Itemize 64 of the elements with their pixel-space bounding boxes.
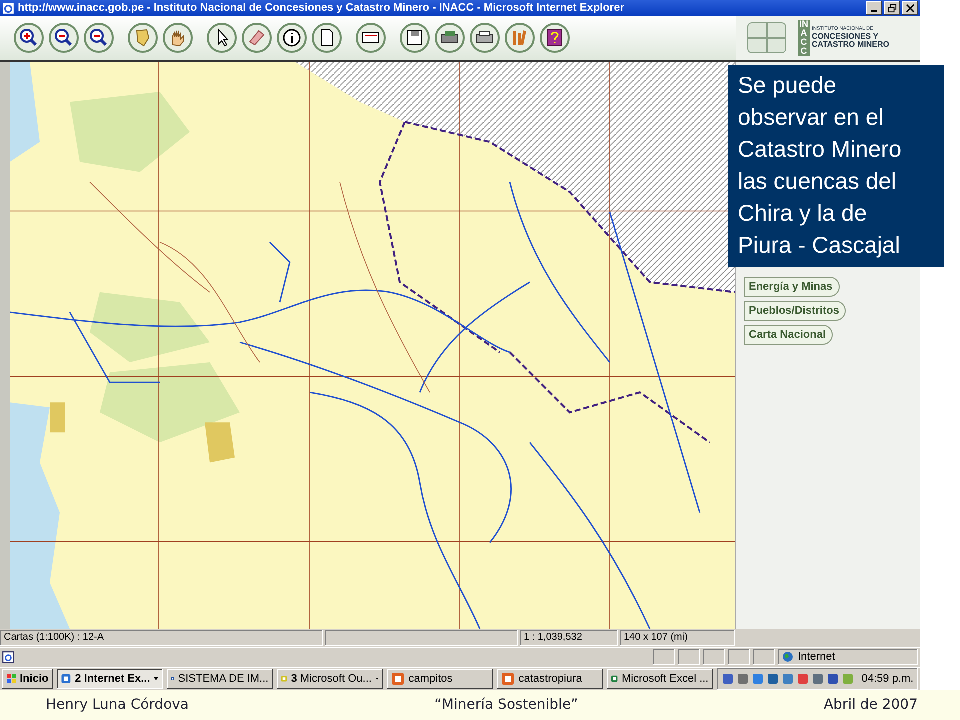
tools-button[interactable] xyxy=(505,23,535,54)
minimize-button[interactable] xyxy=(866,1,882,16)
close-button[interactable] xyxy=(902,1,918,16)
taskbar-button[interactable]: Microsoft Excel ... xyxy=(606,669,713,689)
taskbar-button[interactable]: 2 Internet Ex... xyxy=(56,669,163,689)
logo-text: CATASTRO MINERO xyxy=(812,40,890,50)
info-button[interactable] xyxy=(277,23,307,54)
map-button[interactable] xyxy=(128,23,158,54)
status-cell: 140 x 107 (mi) xyxy=(620,630,735,646)
tray-icon[interactable] xyxy=(810,672,825,686)
browser-icon xyxy=(2,2,15,15)
tray-icon[interactable] xyxy=(750,672,765,686)
globe-icon xyxy=(782,651,794,664)
start-button[interactable]: Inicio xyxy=(2,669,53,689)
status-cell: Cartas (1:100K) : 12-A xyxy=(0,630,323,646)
close-icon xyxy=(906,4,914,13)
minimize-icon xyxy=(871,10,877,12)
footer-text: “Minería Sostenible” xyxy=(434,697,578,713)
app-icon xyxy=(60,672,72,686)
logo-abbreviation: INACC xyxy=(798,20,810,56)
measure-button[interactable] xyxy=(356,23,386,54)
pointer-button[interactable] xyxy=(207,23,237,54)
layer-button[interactable]: Carta Nacional xyxy=(744,325,834,346)
taskbar-button[interactable]: catastropiura xyxy=(496,669,603,689)
zoom-out-button[interactable] xyxy=(49,23,79,54)
callout-text: Se puede observar en el Catastro Minero las cuencas del Chira y la de Piura - Cascajal xyxy=(738,71,903,260)
taskbar-button[interactable]: SISTEMA DE IM... xyxy=(166,669,273,689)
logo-text: CONCESIONES Y xyxy=(812,32,880,41)
status-pane xyxy=(728,649,750,666)
window-title: http://www.inacc.gob.pe - Instituto Nacional de Concesiones y Catastro Minero - INACC - Microsoft Internet Explorer xyxy=(18,2,626,14)
footer-text: Abril de 2007 xyxy=(824,697,918,713)
tray-icon[interactable] xyxy=(796,672,810,686)
restore-icon xyxy=(888,4,896,13)
flag-icon xyxy=(6,673,18,685)
taskbar-button[interactable]: 3 Microsoft Ou... xyxy=(276,669,383,689)
layer-button[interactable]: Pueblos/Distritos xyxy=(744,301,846,322)
zoom-in-button[interactable] xyxy=(14,23,44,54)
print-button[interactable] xyxy=(435,23,465,54)
status-pane xyxy=(753,649,775,666)
taskbar-button[interactable]: campitos xyxy=(386,669,493,689)
clock: 04:59 p.m. xyxy=(862,673,914,685)
save-button[interactable] xyxy=(400,23,430,54)
page-button[interactable] xyxy=(312,23,342,54)
book-button[interactable] xyxy=(540,23,570,54)
zoom-previous-button[interactable] xyxy=(84,23,114,54)
zone-label: Internet xyxy=(798,651,836,664)
status-pane xyxy=(653,649,675,666)
printer-button[interactable] xyxy=(470,23,500,54)
status-cell: 1 : 1,039,532 xyxy=(520,630,618,646)
tray-icon[interactable] xyxy=(720,672,735,686)
app-icon xyxy=(500,672,515,686)
page-icon xyxy=(2,650,15,664)
tray-icon[interactable] xyxy=(766,672,780,686)
app-icon xyxy=(390,672,405,686)
tray-icon[interactable] xyxy=(780,672,795,686)
pan-button[interactable] xyxy=(163,23,193,54)
tray-icon[interactable] xyxy=(826,672,840,686)
status-pane xyxy=(678,649,700,666)
restore-button[interactable] xyxy=(884,1,900,16)
layer-button[interactable]: Energía y Minas xyxy=(744,277,840,298)
footer-text: Henry Luna Córdova xyxy=(46,697,190,713)
tray-icon[interactable] xyxy=(736,672,750,686)
eraser-button[interactable] xyxy=(242,23,272,54)
status-pane xyxy=(703,649,725,666)
